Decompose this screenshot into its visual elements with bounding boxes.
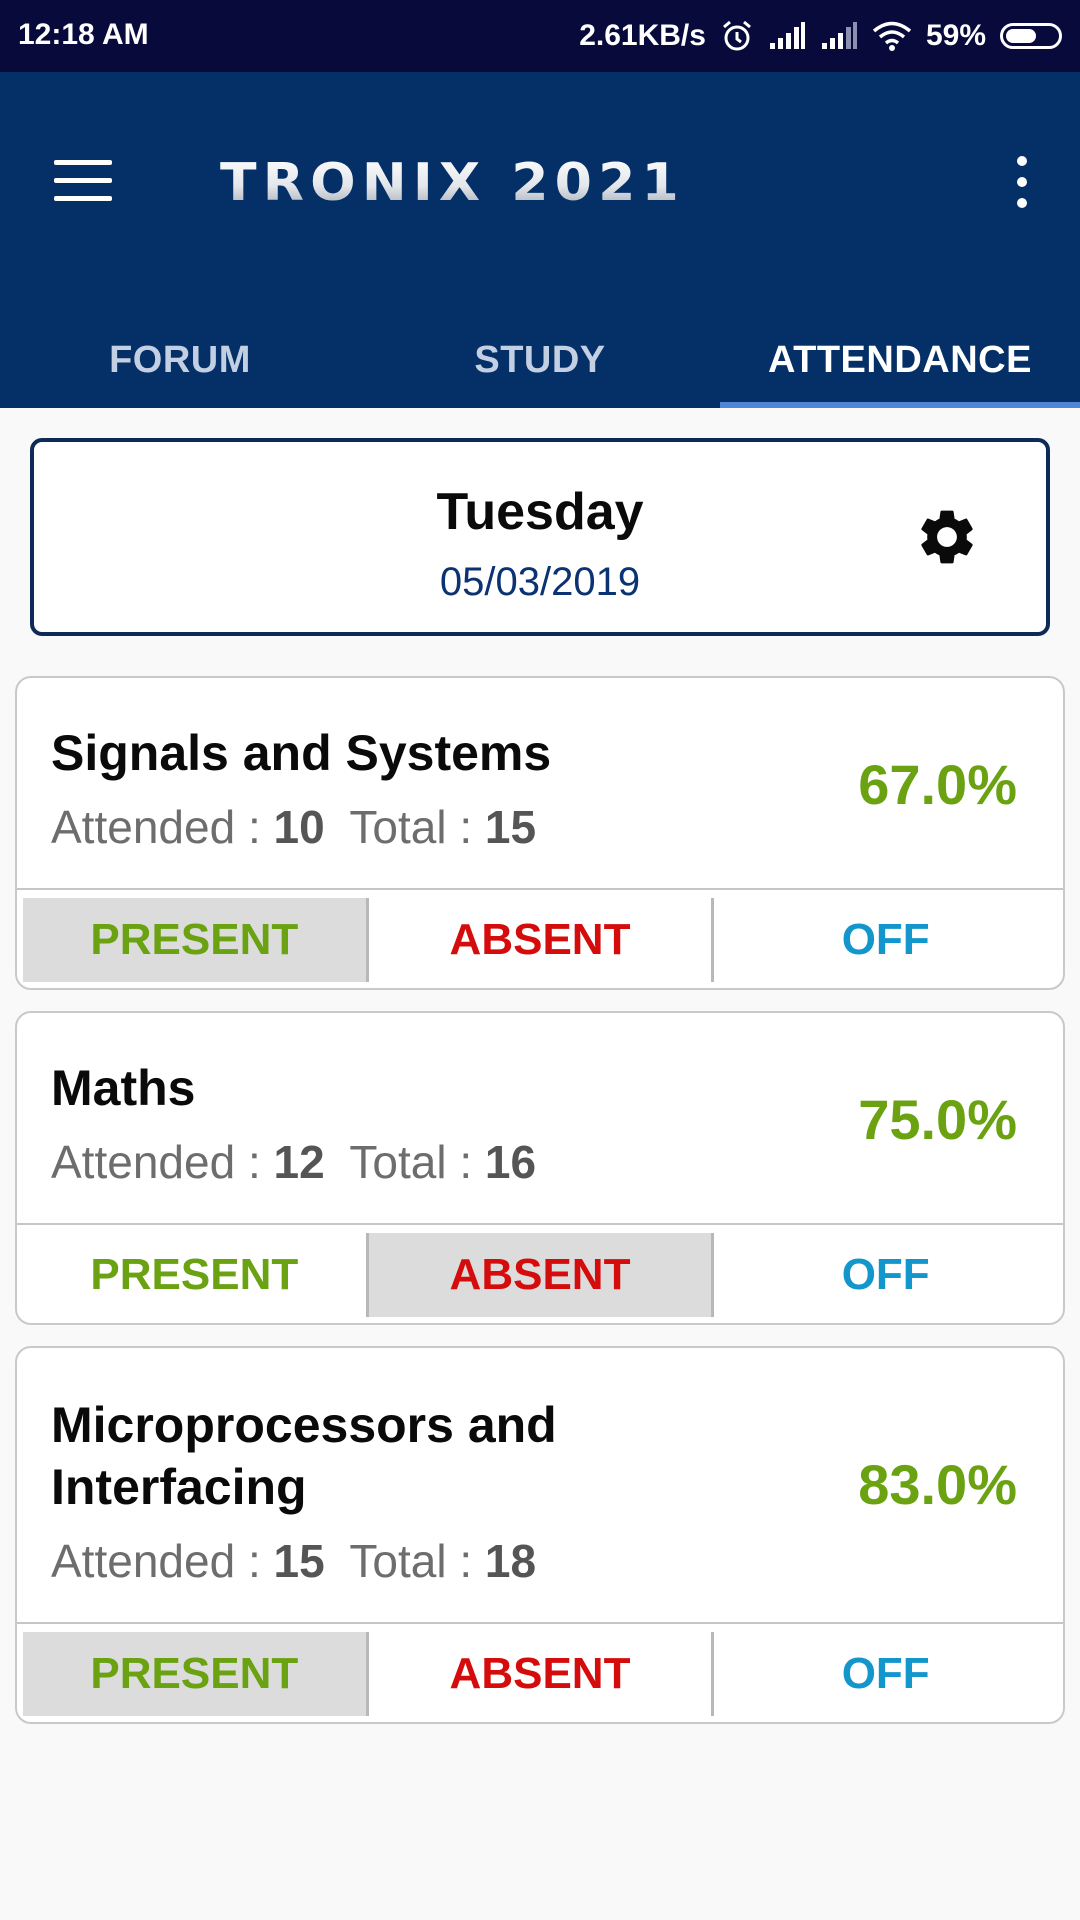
attended-count: 15 bbox=[273, 1535, 325, 1587]
gear-icon[interactable] bbox=[914, 504, 980, 570]
attended-count: 12 bbox=[273, 1136, 325, 1188]
app-logo: TRONIX 2021 bbox=[220, 153, 685, 213]
day-name: Tuesday bbox=[436, 483, 644, 541]
absent-button[interactable]: ABSENT bbox=[365, 1233, 712, 1317]
attended-label: Attended : bbox=[51, 1136, 261, 1188]
subject-name: Signals and Systems bbox=[51, 725, 552, 781]
hamburger-menu-icon[interactable] bbox=[54, 160, 112, 202]
attended-label: Attended : bbox=[51, 1535, 261, 1587]
off-button[interactable]: OFF bbox=[711, 898, 1057, 982]
tab-attendance[interactable]: ATTENDANCE bbox=[720, 312, 1080, 408]
signal-icon bbox=[769, 22, 805, 49]
alarm-icon bbox=[722, 20, 751, 51]
subject-info: Microprocessors and Interfacing Attended… bbox=[17, 1348, 1063, 1624]
tab-study[interactable]: STUDY bbox=[360, 312, 720, 408]
total-label: Total : bbox=[349, 1136, 473, 1188]
total-count: 15 bbox=[484, 801, 537, 853]
subject-info: Signals and Systems Attended : 10 Total … bbox=[17, 678, 1063, 890]
subject-stats: Attended : 15 Total : 18 bbox=[51, 1534, 536, 1588]
subject-card: Signals and Systems Attended : 10 Total … bbox=[15, 676, 1065, 990]
subject-name: Microprocessors and Interfacing bbox=[51, 1397, 557, 1515]
present-button[interactable]: PRESENT bbox=[23, 898, 366, 982]
attendance-percent: 67.0% bbox=[858, 753, 1017, 816]
subject-card: Microprocessors and Interfacing Attended… bbox=[15, 1346, 1065, 1724]
absent-button[interactable]: ABSENT bbox=[365, 898, 712, 982]
battery-percent: 59% bbox=[925, 19, 986, 52]
subject-name: Maths bbox=[51, 1060, 196, 1116]
status-bar: 12:18 AM 2.61KB/s 59% bbox=[0, 0, 1080, 72]
attendance-buttons: PRESENT ABSENT OFF bbox=[17, 1624, 1063, 1722]
more-vert-icon[interactable] bbox=[1002, 152, 1042, 212]
tab-forum[interactable]: FORUM bbox=[0, 312, 360, 408]
status-time: 12:18 AM bbox=[18, 18, 149, 51]
present-button[interactable]: PRESENT bbox=[23, 1632, 366, 1716]
date-value: 05/03/2019 bbox=[439, 560, 641, 604]
subject-stats: Attended : 12 Total : 16 bbox=[51, 1135, 536, 1189]
total-label: Total : bbox=[349, 801, 473, 853]
subject-stats: Attended : 10 Total : 15 bbox=[51, 800, 536, 854]
signal-icon bbox=[821, 22, 857, 49]
network-speed: 2.61KB/s bbox=[579, 19, 706, 52]
attendance-buttons: PRESENT ABSENT OFF bbox=[17, 1225, 1063, 1323]
app-bar: TRONIX 2021 FORUM STUDY ATTENDANCE bbox=[0, 72, 1080, 408]
off-button[interactable]: OFF bbox=[711, 1632, 1057, 1716]
wifi-icon bbox=[872, 21, 912, 51]
absent-button[interactable]: ABSENT bbox=[365, 1632, 712, 1716]
attended-count: 10 bbox=[273, 801, 325, 853]
attendance-percent: 83.0% bbox=[858, 1453, 1017, 1516]
battery-icon bbox=[1000, 23, 1062, 49]
off-button[interactable]: OFF bbox=[711, 1233, 1057, 1317]
present-button[interactable]: PRESENT bbox=[23, 1233, 366, 1317]
date-card[interactable]: Tuesday 05/03/2019 bbox=[30, 438, 1050, 636]
subject-card: Maths Attended : 12 Total : 16 75.0% PRE… bbox=[15, 1011, 1065, 1325]
total-label: Total : bbox=[349, 1535, 473, 1587]
status-icons: 2.61KB/s 59% bbox=[579, 14, 1062, 58]
attendance-buttons: PRESENT ABSENT OFF bbox=[17, 890, 1063, 988]
logo-text: TRONIX 2021 bbox=[220, 153, 685, 213]
tab-bar: FORUM STUDY ATTENDANCE bbox=[0, 312, 1080, 408]
attendance-percent: 75.0% bbox=[858, 1088, 1017, 1151]
total-count: 16 bbox=[484, 1136, 537, 1188]
total-count: 18 bbox=[484, 1535, 537, 1587]
battery-level bbox=[1006, 29, 1036, 43]
subject-info: Maths Attended : 12 Total : 16 75.0% bbox=[17, 1013, 1063, 1225]
attended-label: Attended : bbox=[51, 801, 261, 853]
